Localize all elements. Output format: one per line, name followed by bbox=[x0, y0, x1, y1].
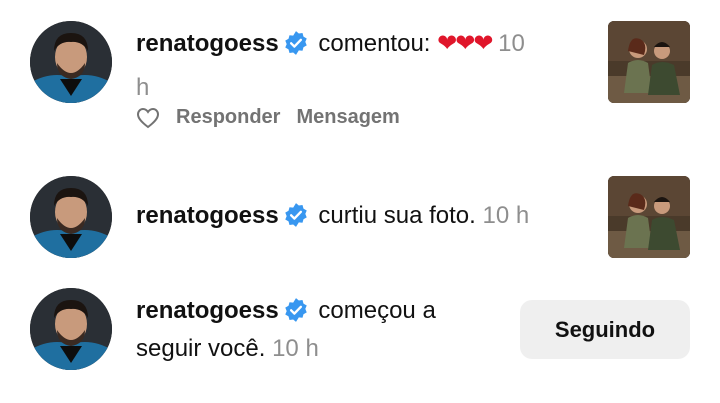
post-thumbnail[interactable] bbox=[608, 176, 690, 258]
timestamp-unit: h bbox=[136, 74, 150, 101]
notification-comment[interactable]: renatogoess comentou: ❤❤❤ 10 h Responder… bbox=[0, 0, 720, 160]
verified-badge-icon bbox=[283, 30, 309, 56]
notification-action-cont: seguir você. bbox=[136, 335, 266, 362]
reply-link[interactable]: Responder bbox=[176, 106, 280, 129]
notification-action: começou a bbox=[318, 297, 436, 324]
heart-outline-icon[interactable] bbox=[136, 107, 160, 129]
comment-hearts: ❤❤❤ bbox=[437, 30, 493, 57]
avatar[interactable] bbox=[30, 21, 112, 103]
notification-text: renatogoess curtiu sua foto. 10 h bbox=[136, 194, 529, 238]
notification-like[interactable]: renatogoess curtiu sua foto. 10 h bbox=[0, 170, 720, 270]
avatar[interactable] bbox=[30, 288, 112, 370]
notification-action: curtiu sua foto. bbox=[318, 202, 476, 229]
username[interactable]: renatogoess bbox=[136, 297, 279, 324]
post-thumbnail[interactable] bbox=[608, 21, 690, 103]
following-button[interactable]: Seguindo bbox=[520, 300, 690, 359]
timestamp: 10 bbox=[498, 30, 525, 57]
verified-badge-icon bbox=[283, 297, 309, 323]
notification-text: renatogoess começou a seguir você. 10 h bbox=[136, 292, 436, 368]
timestamp: 10 h bbox=[272, 335, 319, 362]
verified-badge-icon bbox=[283, 202, 309, 228]
notification-text: renatogoess comentou: ❤❤❤ 10 h bbox=[136, 22, 525, 110]
timestamp: 10 h bbox=[482, 202, 530, 229]
username[interactable]: renatogoess bbox=[136, 30, 279, 57]
notification-action: comentou: bbox=[318, 30, 431, 57]
message-link[interactable]: Mensagem bbox=[296, 106, 399, 129]
username[interactable]: renatogoess bbox=[136, 202, 279, 229]
comment-actions: Responder Mensagem bbox=[136, 106, 416, 129]
avatar[interactable] bbox=[30, 176, 112, 258]
